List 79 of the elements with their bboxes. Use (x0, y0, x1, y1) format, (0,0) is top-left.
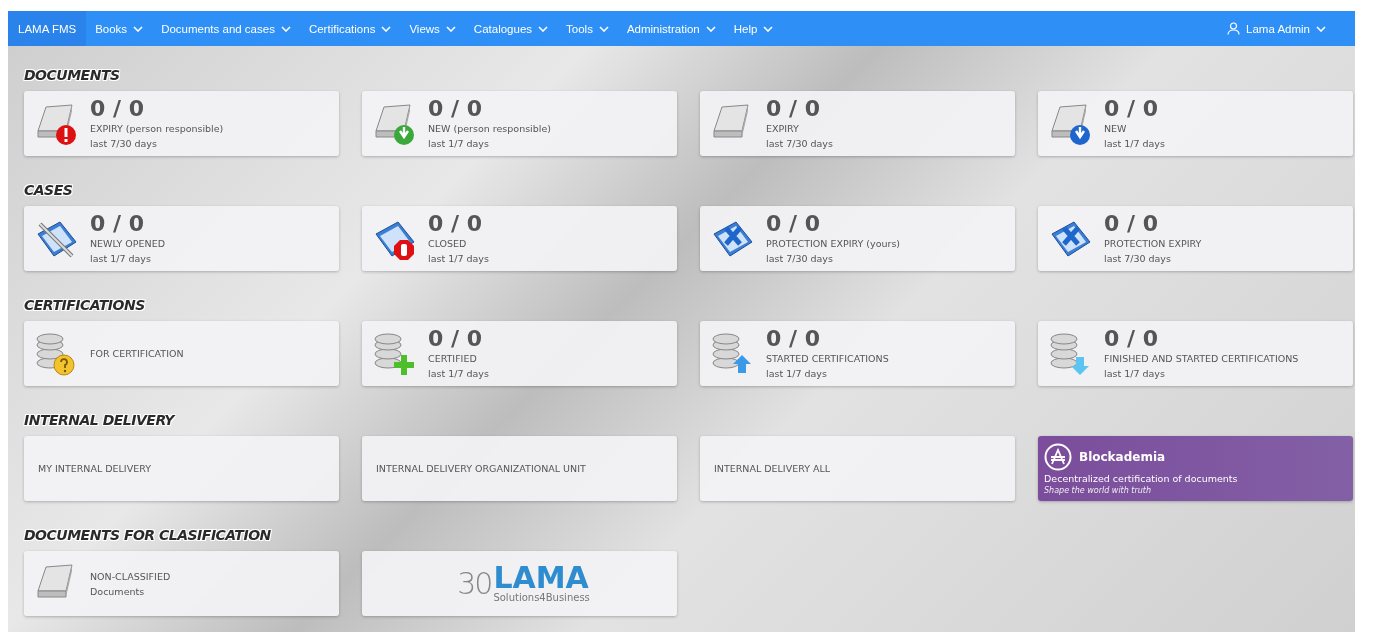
count: 0 / 0 (428, 211, 483, 236)
count: 0 / 0 (766, 326, 821, 351)
logo-mark: 30 (457, 566, 492, 601)
counter-card[interactable]: 0 / 0 CLOSED last 1/7 days (362, 206, 677, 271)
tile-label: MY INTERNAL DELIVERY (38, 462, 151, 476)
tile-label: PROTECTION EXPIRY (yours) (766, 236, 901, 251)
count: 0 / 0 (766, 211, 821, 236)
brand-link[interactable]: LAMA FMS (8, 11, 87, 46)
counter-card[interactable]: 0 / 0 EXPIRY last 7/30 days (700, 91, 1015, 156)
tile-caption: last 7/30 days (766, 136, 833, 151)
section-heading: DOCUMENTS (24, 66, 120, 85)
chevron-down-icon (280, 25, 291, 32)
counter-card[interactable]: 0 / 0 CERTIFIED last 1/7 days (362, 321, 677, 386)
counter-card[interactable]: 0 / 0 PROTECTION EXPIRY last 7/30 days (1038, 206, 1353, 271)
count: 0 / 0 (1104, 326, 1159, 351)
logo-subtitle: Solutions4Business (493, 592, 590, 603)
logo-name: LAMA (493, 564, 590, 592)
chevron-down-icon (445, 25, 456, 32)
promo-banner[interactable]: Blockademia Decentralized certification of documents Shape the world with truth (1038, 436, 1353, 501)
counter-card[interactable]: 0 / 0 STARTED CERTIFICATIONS last 1/7 days (700, 321, 1015, 386)
link-card[interactable]: INTERNAL DELIVERY ORGANIZATIONAL UNIT (362, 436, 677, 501)
tile-label: FOR CERTIFICATION (90, 347, 184, 361)
tile-caption: last 7/30 days (766, 251, 834, 266)
chevron-down-icon (705, 25, 716, 32)
tile-caption: last 1/7 days (428, 251, 489, 266)
counter-card[interactable]: FOR CERTIFICATION (24, 321, 339, 386)
tile-caption: last 7/30 days (1104, 251, 1172, 266)
coin-logo-icon (1044, 442, 1072, 471)
link-card[interactable]: MY INTERNAL DELIVERY (24, 436, 339, 501)
tile-caption: last 1/7 days (1104, 136, 1165, 151)
section-heading: DOCUMENTS FOR CLASIFICATION (24, 526, 271, 545)
tile-label: NEW (person responsible) (428, 121, 551, 136)
link-card[interactable]: INTERNAL DELIVERY ALL (700, 436, 1015, 501)
tile-label: STARTED CERTIFICATIONS (766, 351, 889, 366)
tile-label: NEW (1104, 121, 1128, 136)
tile-label: EXPIRY (766, 121, 800, 136)
user-icon (1227, 22, 1241, 35)
counter-card[interactable]: 0 / 0 PROTECTION EXPIRY (yours) last 7/30 days (700, 206, 1015, 271)
tile-caption: Documents (90, 584, 146, 599)
tile-label: PROTECTION EXPIRY (1104, 236, 1202, 251)
tile-caption: last 1/7 days (90, 251, 152, 266)
chevron-down-icon (598, 25, 609, 32)
tile-caption: last 1/7 days (1104, 366, 1166, 381)
tile-label: NEWLY OPENED (90, 236, 165, 251)
counter-card[interactable]: 0 / 0 EXPIRY (person responsible) last 7/30 days (24, 91, 339, 156)
section-heading: INTERNAL DELIVERY (24, 411, 174, 430)
section-heading: CERTIFICATIONS (24, 296, 145, 315)
promo-tagline: Shape the world with truth (1044, 485, 1152, 495)
count: 0 / 0 (428, 326, 483, 351)
count: 0 / 0 (1104, 211, 1159, 236)
tile-caption: last 1/7 days (428, 366, 489, 381)
chevron-down-icon (538, 25, 549, 32)
counter-card[interactable]: 0 / 0 NEW (person responsible) last 1/7 days (362, 91, 677, 156)
tile-label: FINISHED AND STARTED CERTIFICATIONS (1104, 351, 1299, 366)
counter-card[interactable]: NON-CLASSIFIED Documents (24, 551, 339, 616)
promo-title: Blockademia (1079, 449, 1166, 464)
tile-caption: last 1/7 days (428, 136, 490, 151)
chevron-down-icon (133, 25, 144, 32)
chevron-down-icon (763, 25, 774, 32)
tile-label: CLOSED (428, 236, 468, 251)
counter-card[interactable]: 0 / 0 FINISHED AND STARTED CERTIFICATIONS last 1/7 days (1038, 321, 1353, 386)
count: 0 / 0 (766, 96, 821, 121)
counter-card[interactable]: 0 / 0 NEW last 1/7 days (1038, 91, 1353, 156)
count: 0 / 0 (1104, 96, 1159, 121)
count: 0 / 0 (90, 211, 145, 236)
counter-card[interactable]: 0 / 0 NEWLY OPENED last 1/7 days (24, 206, 339, 271)
tile-label: INTERNAL DELIVERY ALL (714, 462, 831, 476)
chevron-down-icon (1316, 25, 1326, 32)
tile-caption: last 1/7 days (766, 366, 828, 381)
tile-label: INTERNAL DELIVERY ORGANIZATIONAL UNIT (376, 462, 586, 476)
section-heading: CASES (24, 181, 73, 200)
count: 0 / 0 (90, 96, 145, 121)
tile-caption: last 7/30 days (90, 136, 158, 151)
tile-label: EXPIRY (person responsible) (90, 121, 224, 136)
promo-description: Decentralized certification of documents (1044, 472, 1238, 484)
tile-label: NON-CLASSIFIED (90, 569, 171, 584)
tile-label: CERTIFIED (428, 351, 478, 366)
chevron-down-icon (381, 25, 392, 32)
count: 0 / 0 (428, 96, 483, 121)
